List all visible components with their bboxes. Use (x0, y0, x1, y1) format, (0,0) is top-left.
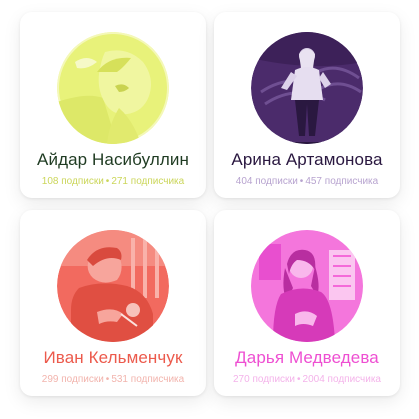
avatar[interactable] (251, 230, 363, 342)
subscribers-count: 531 подписчика (111, 374, 185, 385)
subscriptions-count: 108 подписки (41, 176, 104, 187)
avatar[interactable] (57, 32, 169, 144)
profile-name[interactable]: Иван Кельменчук (20, 348, 206, 368)
profile-card[interactable]: Айдар Насибуллин 108 подписки • 271 подпис… (20, 12, 206, 198)
person-photo-icon (251, 32, 363, 144)
separator-dot: • (105, 374, 110, 385)
profile-stats: 404 подписки • 457 подписчика (214, 176, 400, 187)
profile-grid: Айдар Насибуллин 108 подписки • 271 подпис… (0, 0, 419, 419)
profile-card[interactable]: Арина Артамонова 404 подписки • 457 подпис… (214, 12, 400, 198)
subscribers-count: 271 подписчика (111, 176, 185, 187)
profile-name[interactable]: Айдар Насибуллин (20, 150, 206, 170)
subscribers-count: 457 подписчика (305, 176, 379, 187)
profile-card[interactable]: Дарья Медведева 270 подписки • 2004 подпис… (214, 210, 400, 396)
profile-stats: 270 подписки • 2004 подписчика (214, 374, 400, 385)
profile-name[interactable]: Арина Артамонова (214, 150, 400, 170)
subscribers-count: 2004 подписчика (302, 374, 381, 385)
person-photo-icon (57, 32, 169, 144)
avatar[interactable] (57, 230, 169, 342)
subscriptions-count: 404 подписки (235, 176, 298, 187)
avatar[interactable] (251, 32, 363, 144)
subscriptions-count: 299 подписки (41, 374, 104, 385)
profile-name[interactable]: Дарья Медведева (214, 348, 400, 368)
person-photo-icon (251, 230, 363, 342)
profile-stats: 299 подписки • 531 подписчика (20, 374, 206, 385)
person-photo-icon (57, 230, 169, 342)
profile-card[interactable]: Иван Кельменчук 299 подписки • 531 подписч… (20, 210, 206, 396)
separator-dot: • (299, 176, 304, 187)
separator-dot: • (105, 176, 110, 187)
profile-stats: 108 подписки • 271 подписчика (20, 176, 206, 187)
separator-dot: • (297, 374, 301, 385)
subscriptions-count: 270 подписки (232, 374, 296, 385)
